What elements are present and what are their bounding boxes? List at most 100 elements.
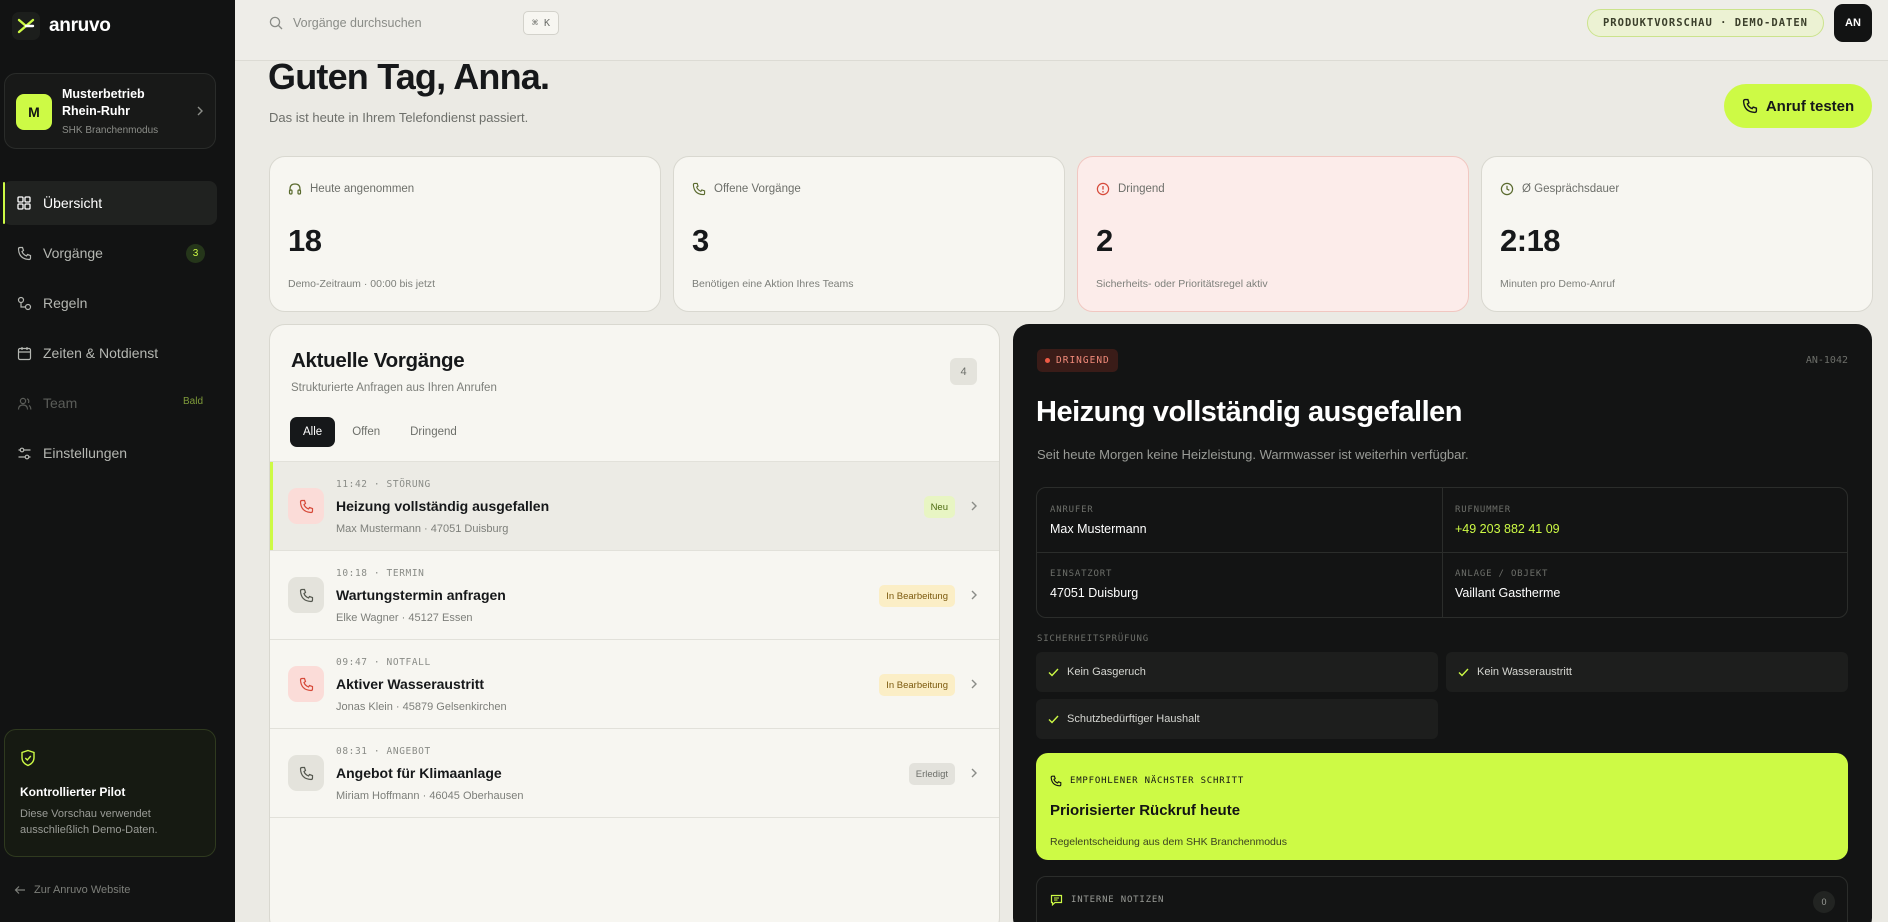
page-subtitle: Das ist heute in Ihrem Telefondienst pas… (269, 110, 529, 125)
case-title: Wartungstermin anfragen (336, 587, 506, 603)
internal-notes[interactable]: INTERNE NOTIZEN 0 (1036, 876, 1848, 922)
case-id: AN-1042 (1805, 355, 1848, 366)
field-label: ANLAGE / OBJEKT (1455, 569, 1549, 579)
phone-icon (288, 755, 324, 791)
clock-icon (1500, 182, 1514, 196)
list-count-badge: 4 (950, 358, 977, 385)
alert-circle-icon (1096, 182, 1110, 196)
org-name: Musterbetrieb Rhein-Ruhr (62, 87, 145, 118)
nav-label: Team (43, 395, 78, 411)
stat-value: 2:18 (1500, 223, 1561, 258)
chevron-right-icon (971, 590, 977, 600)
nav-item-einstellungen[interactable]: Einstellungen (3, 431, 217, 475)
sliders-icon (16, 445, 32, 461)
pilot-info-card: Kontrollierter Pilot Diese Vorschau verw… (4, 729, 216, 857)
message-icon (1050, 894, 1063, 906)
cases-list: 11:42 · STÖRUNG Heizung vollständig ausg… (270, 461, 999, 818)
check-icon (1048, 668, 1059, 677)
pilot-title: Kontrollierter Pilot (20, 785, 126, 799)
brand-logo[interactable]: anruvo (12, 12, 111, 40)
field-label: EINSATZORT (1050, 569, 1113, 579)
list-item[interactable]: 08:31 · ANGEBOT Angebot für Klimaanlage … (270, 729, 999, 818)
status-badge: Neu (923, 496, 955, 518)
filter-tab-all[interactable]: Alle (290, 417, 336, 447)
next-step-label-text: EMPFOHLENER NÄCHSTER SCHRITT (1070, 776, 1245, 786)
back-link-label: Zur Anruvo Website (34, 884, 131, 896)
check-icon (1048, 715, 1059, 724)
status-badge: In Bearbeitung (879, 674, 955, 696)
safety-check-item: Schutzbedürftiger Haushalt (1036, 699, 1438, 739)
chevron-right-icon (971, 768, 977, 778)
safety-check-heading: SICHERHEITSPRÜFUNG (1037, 634, 1149, 644)
case-fields: ANRUFER Max Mustermann RUFNUMMER +49 203… (1036, 487, 1848, 618)
search-input[interactable]: Vorgänge durchsuchen (269, 13, 559, 33)
field-caller: ANRUFER Max Mustermann (1037, 488, 1442, 552)
field-label: ANRUFER (1050, 505, 1094, 515)
check-icon (1458, 668, 1469, 677)
nav-item-vorgaenge[interactable]: Vorgänge 3 (3, 231, 217, 275)
nav-item-team: Team Bald (3, 381, 217, 425)
nav-item-uebersicht[interactable]: Übersicht (3, 181, 217, 225)
list-item[interactable]: 10:18 · TERMIN Wartungstermin anfragen E… (270, 551, 999, 640)
check-label: Kein Gasgeruch (1067, 666, 1146, 678)
case-detail-summary: Seit heute Morgen keine Heizleistung. Wa… (1037, 447, 1469, 462)
user-avatar[interactable]: AN (1834, 4, 1872, 42)
stat-caption: Demo-Zeitraum · 00:00 bis jetzt (288, 278, 436, 290)
safety-check-item: Kein Wasseraustritt (1446, 652, 1848, 692)
logo-icon (12, 12, 40, 40)
phone-icon (692, 182, 706, 196)
case-meta: 11:42 · STÖRUNG (336, 479, 431, 490)
calendar-icon (16, 345, 32, 361)
test-call-button[interactable]: Anruf testen (1724, 84, 1872, 128)
case-title: Aktiver Wasseraustritt (336, 676, 485, 692)
case-detail-panel: DRINGEND AN-1042 Heizung vollständig aus… (1013, 324, 1872, 922)
nav-item-regeln[interactable]: Regeln (3, 281, 217, 325)
rules-icon (16, 295, 32, 311)
field-value: Max Mustermann (1050, 522, 1147, 536)
safety-check-item: Kein Gasgeruch (1036, 652, 1438, 692)
case-meta: 08:31 · ANGEBOT (336, 746, 431, 757)
filter-tab-urgent[interactable]: Dringend (397, 417, 470, 447)
case-caller: Elke Wagner · 45127 Essen (336, 612, 473, 624)
status-badge: Erledigt (908, 763, 955, 785)
field-value: Vaillant Gastherme (1455, 586, 1561, 600)
case-caller: Miriam Hoffmann · 46045 Oberhausen (336, 790, 524, 802)
filter-tab-open[interactable]: Offen (339, 417, 393, 447)
sidebar: anruvo M Musterbetrieb Rhein-Ruhr SHK Br… (0, 0, 235, 922)
stat-card-received: Heute angenommen 18 Demo-Zeitraum · 00:0… (269, 156, 661, 312)
notes-count-badge: 0 (1813, 891, 1835, 913)
nav-label: Einstellungen (43, 445, 128, 461)
search-icon (269, 16, 283, 30)
pilot-text: Diese Vorschau verwendet ausschließlich … (20, 808, 158, 836)
org-mode: SHK Branchenmodus (62, 125, 159, 136)
chevron-right-icon (971, 679, 977, 689)
notes-label: INTERNE NOTIZEN (1050, 894, 1164, 906)
phone-number-link[interactable]: +49 203 882 41 09 (1455, 522, 1560, 536)
phone-icon (288, 488, 324, 524)
stat-value: 2 (1096, 223, 1113, 258)
stat-card-duration: Ø Gesprächsdauer 2:18 Minuten pro Demo-A… (1481, 156, 1873, 312)
list-item[interactable]: 09:47 · NOTFALL Aktiver Wasseraustritt J… (270, 640, 999, 729)
stat-caption: Benötigen eine Aktion Ihres Teams (692, 278, 854, 290)
stat-caption: Sicherheits- oder Prioritätsregel aktiv (1096, 278, 1268, 290)
next-step-reason: Regelentscheidung aus dem SHK Branchenmo… (1050, 836, 1287, 848)
nav-item-zeiten[interactable]: Zeiten & Notdienst (3, 331, 217, 375)
nav-label: Übersicht (43, 195, 103, 211)
stat-label-text: Offene Vorgänge (714, 183, 801, 195)
case-title: Heizung vollständig ausgefallen (336, 498, 550, 514)
search-shortcut: ⌘ K (523, 11, 559, 35)
phone-icon (288, 577, 324, 613)
test-call-label: Anruf testen (1765, 97, 1855, 115)
case-title: Angebot für Klimaanlage (336, 765, 502, 781)
page-title: Guten Tag, Anna. (268, 56, 550, 97)
next-step-title: Priorisierter Rückruf heute (1050, 802, 1241, 819)
recommended-next-step[interactable]: EMPFOHLENER NÄCHSTER SCHRITT Priorisiert… (1036, 753, 1848, 860)
search-placeholder: Vorgänge durchsuchen (293, 16, 422, 30)
phone-icon (1050, 775, 1062, 787)
case-caller: Max Mustermann · 47051 Duisburg (336, 523, 509, 535)
topbar: Vorgänge durchsuchen ⌘ K PRODUKTVORSCHAU… (235, 0, 1888, 61)
org-switcher[interactable]: M Musterbetrieb Rhein-Ruhr SHK Branchenm… (4, 73, 216, 149)
back-to-website-link[interactable]: Zur Anruvo Website (14, 884, 130, 896)
nav-label: Regeln (43, 295, 88, 311)
list-item[interactable]: 11:42 · STÖRUNG Heizung vollständig ausg… (270, 462, 999, 551)
